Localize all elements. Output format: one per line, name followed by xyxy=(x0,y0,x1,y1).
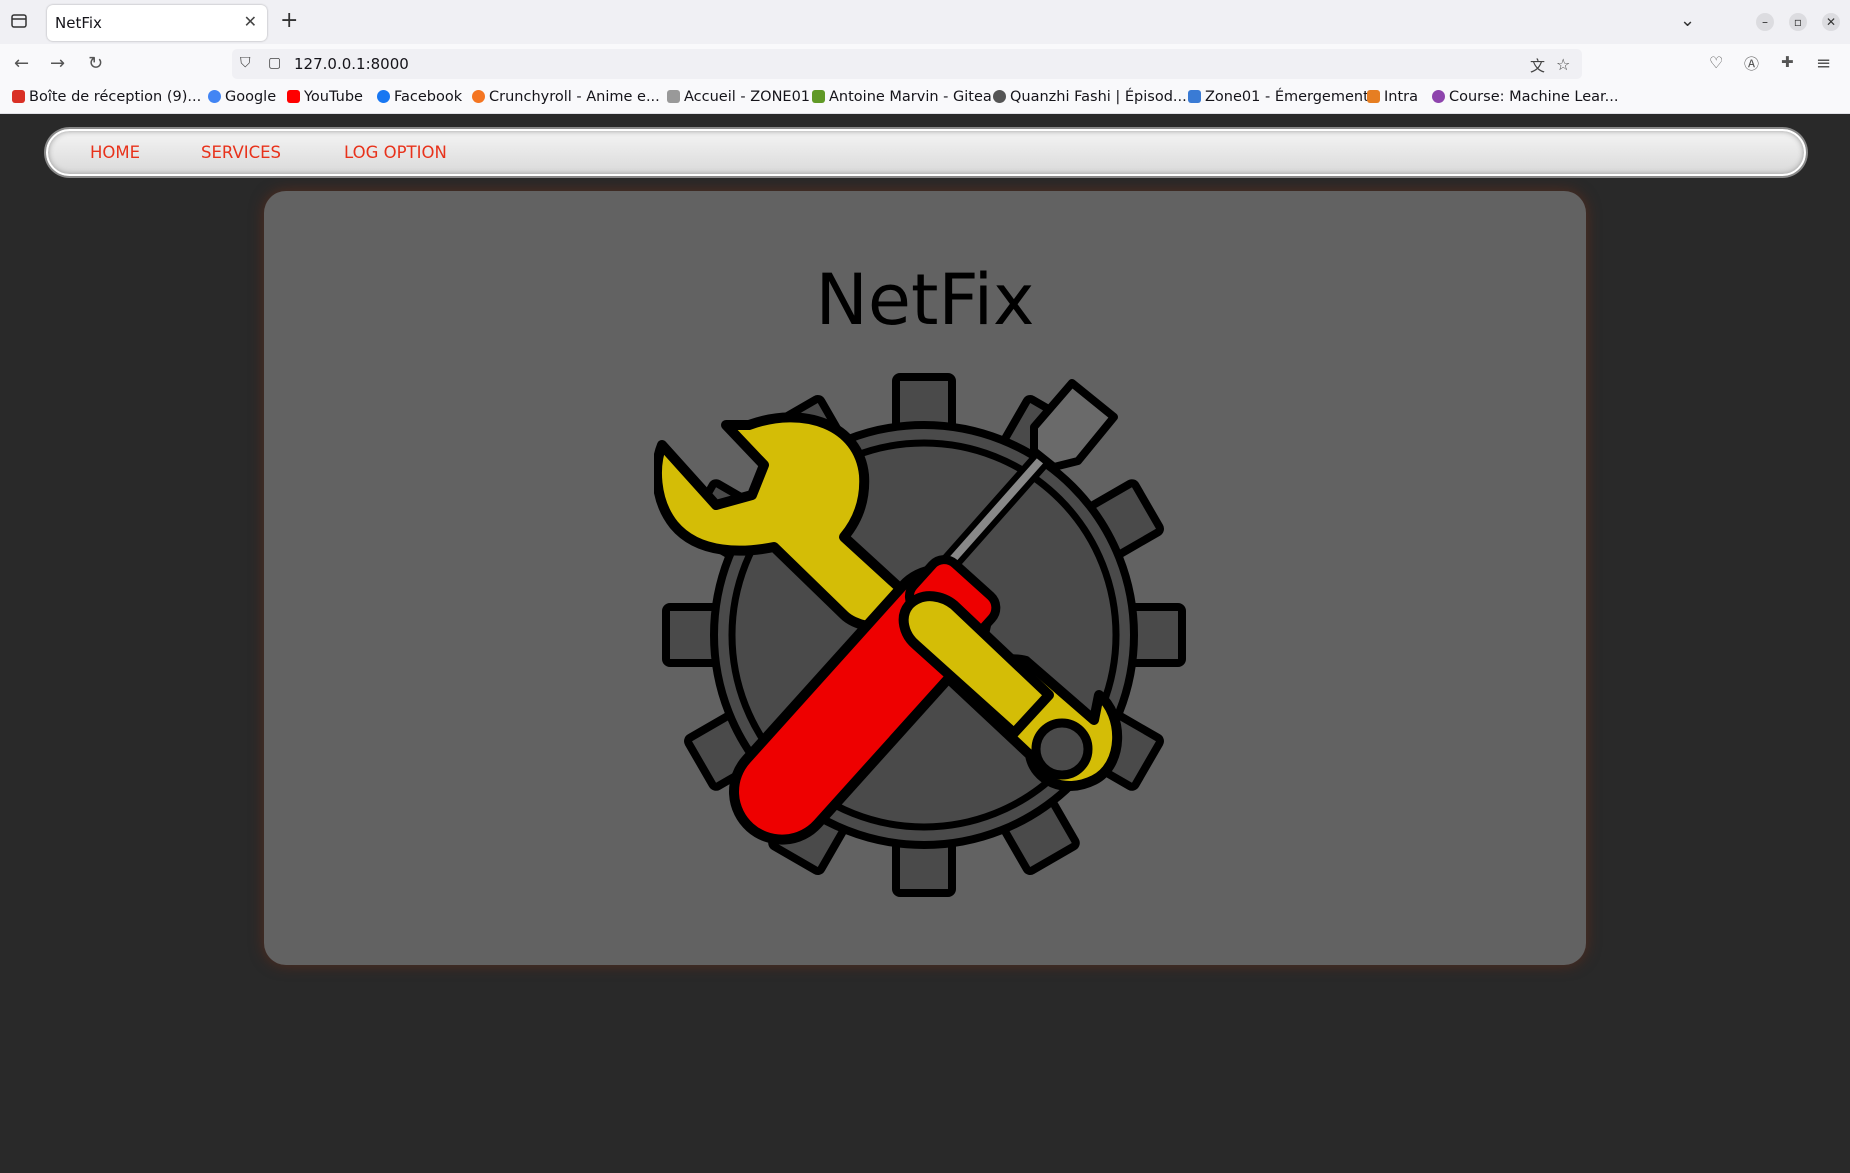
site-nav: HOME SERVICES LOG OPTION xyxy=(46,129,1806,176)
url-bar[interactable]: ⛉ ▢ 127.0.0.1:8000 文 ☆ xyxy=(232,49,1582,79)
menu-icon[interactable]: ≡ xyxy=(1816,53,1831,74)
bookmark-label: Crunchyroll - Anime e... xyxy=(489,89,660,105)
bookmark-label: Antoine Marvin - Gitea xyxy=(829,89,992,105)
bookmark-label: Quanzhi Fashi | Épisod... xyxy=(1010,89,1187,105)
tab-title: NetFix xyxy=(55,14,102,32)
account-icon[interactable]: Ⓐ xyxy=(1744,53,1759,74)
new-tab-icon[interactable]: + xyxy=(280,8,298,33)
pocket-icon[interactable]: ♡ xyxy=(1709,53,1723,72)
bookmarks-bar: Boîte de réception (9)... Google YouTube… xyxy=(0,84,1850,114)
bookmark-item[interactable]: Facebook xyxy=(377,89,462,105)
bookmark-item[interactable]: YouTube xyxy=(287,89,363,105)
bookmark-item[interactable]: Quanzhi Fashi | Épisod... xyxy=(993,89,1187,105)
forward-icon[interactable]: → xyxy=(50,53,65,74)
bookmark-item[interactable]: Crunchyroll - Anime e... xyxy=(472,89,660,105)
tab-netfix[interactable]: NetFix ✕ xyxy=(47,5,267,41)
shield-icon[interactable]: ⛉ xyxy=(240,55,251,71)
bookmark-label: Accueil - ZONE01 xyxy=(684,89,811,105)
close-tab-icon[interactable]: ✕ xyxy=(244,12,257,31)
hero-card: NetFix xyxy=(264,191,1586,965)
extensions-icon[interactable]: ✚ xyxy=(1781,53,1794,71)
tab-strip: NetFix ✕ + ⌄ – ▫ ✕ xyxy=(0,0,1850,44)
bookmark-item[interactable]: Google xyxy=(208,89,276,105)
bookmark-label: Boîte de réception (9)... xyxy=(29,89,202,105)
back-icon[interactable]: ← xyxy=(14,53,29,74)
globe-icon xyxy=(993,90,1006,103)
youtube-icon xyxy=(287,90,300,103)
bookmark-star-icon[interactable]: ☆ xyxy=(1556,55,1570,74)
bookmark-item[interactable]: Boîte de réception (9)... xyxy=(12,89,201,105)
gitea-icon xyxy=(812,90,825,103)
bookmark-label: Facebook xyxy=(394,89,463,105)
reload-icon[interactable]: ↻ xyxy=(88,53,103,74)
url-text[interactable]: 127.0.0.1:8000 xyxy=(294,55,409,73)
gear-wrench-screwdriver-icon xyxy=(654,373,1186,897)
gmail-icon xyxy=(12,90,25,103)
code-icon xyxy=(1367,90,1380,103)
minimize-icon[interactable]: – xyxy=(1756,13,1774,31)
bookmark-item[interactable]: Intra xyxy=(1367,89,1418,105)
bookmark-item[interactable]: Antoine Marvin - Gitea xyxy=(812,89,992,105)
chevron-down-icon[interactable]: ⌄ xyxy=(1680,10,1695,31)
course-icon xyxy=(1432,90,1445,103)
bookmark-label: Zone01 - Émergement xyxy=(1205,89,1369,105)
bookmark-item[interactable]: Course: Machine Lear... xyxy=(1432,89,1619,105)
bookmark-item[interactable]: Accueil - ZONE01 xyxy=(667,89,810,105)
bookmark-item[interactable]: Zone01 - Émergement xyxy=(1188,89,1369,105)
page-icon: ▢ xyxy=(268,55,282,71)
crunchyroll-icon xyxy=(472,90,485,103)
restore-icon[interactable]: ▫ xyxy=(1789,13,1807,31)
zone01-icon xyxy=(667,90,680,103)
close-window-icon[interactable]: ✕ xyxy=(1822,13,1840,31)
bookmark-label: Google xyxy=(225,89,277,105)
translate-icon[interactable]: 文 xyxy=(1530,55,1545,76)
nav-home-link[interactable]: HOME xyxy=(90,143,140,162)
bookmark-label: Intra xyxy=(1384,89,1418,105)
bookmark-label: YouTube xyxy=(304,89,363,105)
nav-log-option-link[interactable]: LOG OPTION xyxy=(344,143,447,162)
tab-list-icon[interactable] xyxy=(10,12,28,30)
bookmark-label: Course: Machine Lear... xyxy=(1449,89,1619,105)
page-title: NetFix xyxy=(815,259,1035,341)
facebook-icon xyxy=(377,90,390,103)
browser-chrome: NetFix ✕ + ⌄ – ▫ ✕ ← → ↻ ♡ Ⓐ ✚ ≡ ⛉ ▢ 127… xyxy=(0,0,1850,114)
google-icon xyxy=(208,90,221,103)
zone01-emargement-icon xyxy=(1188,90,1201,103)
nav-services-link[interactable]: SERVICES xyxy=(201,143,281,162)
